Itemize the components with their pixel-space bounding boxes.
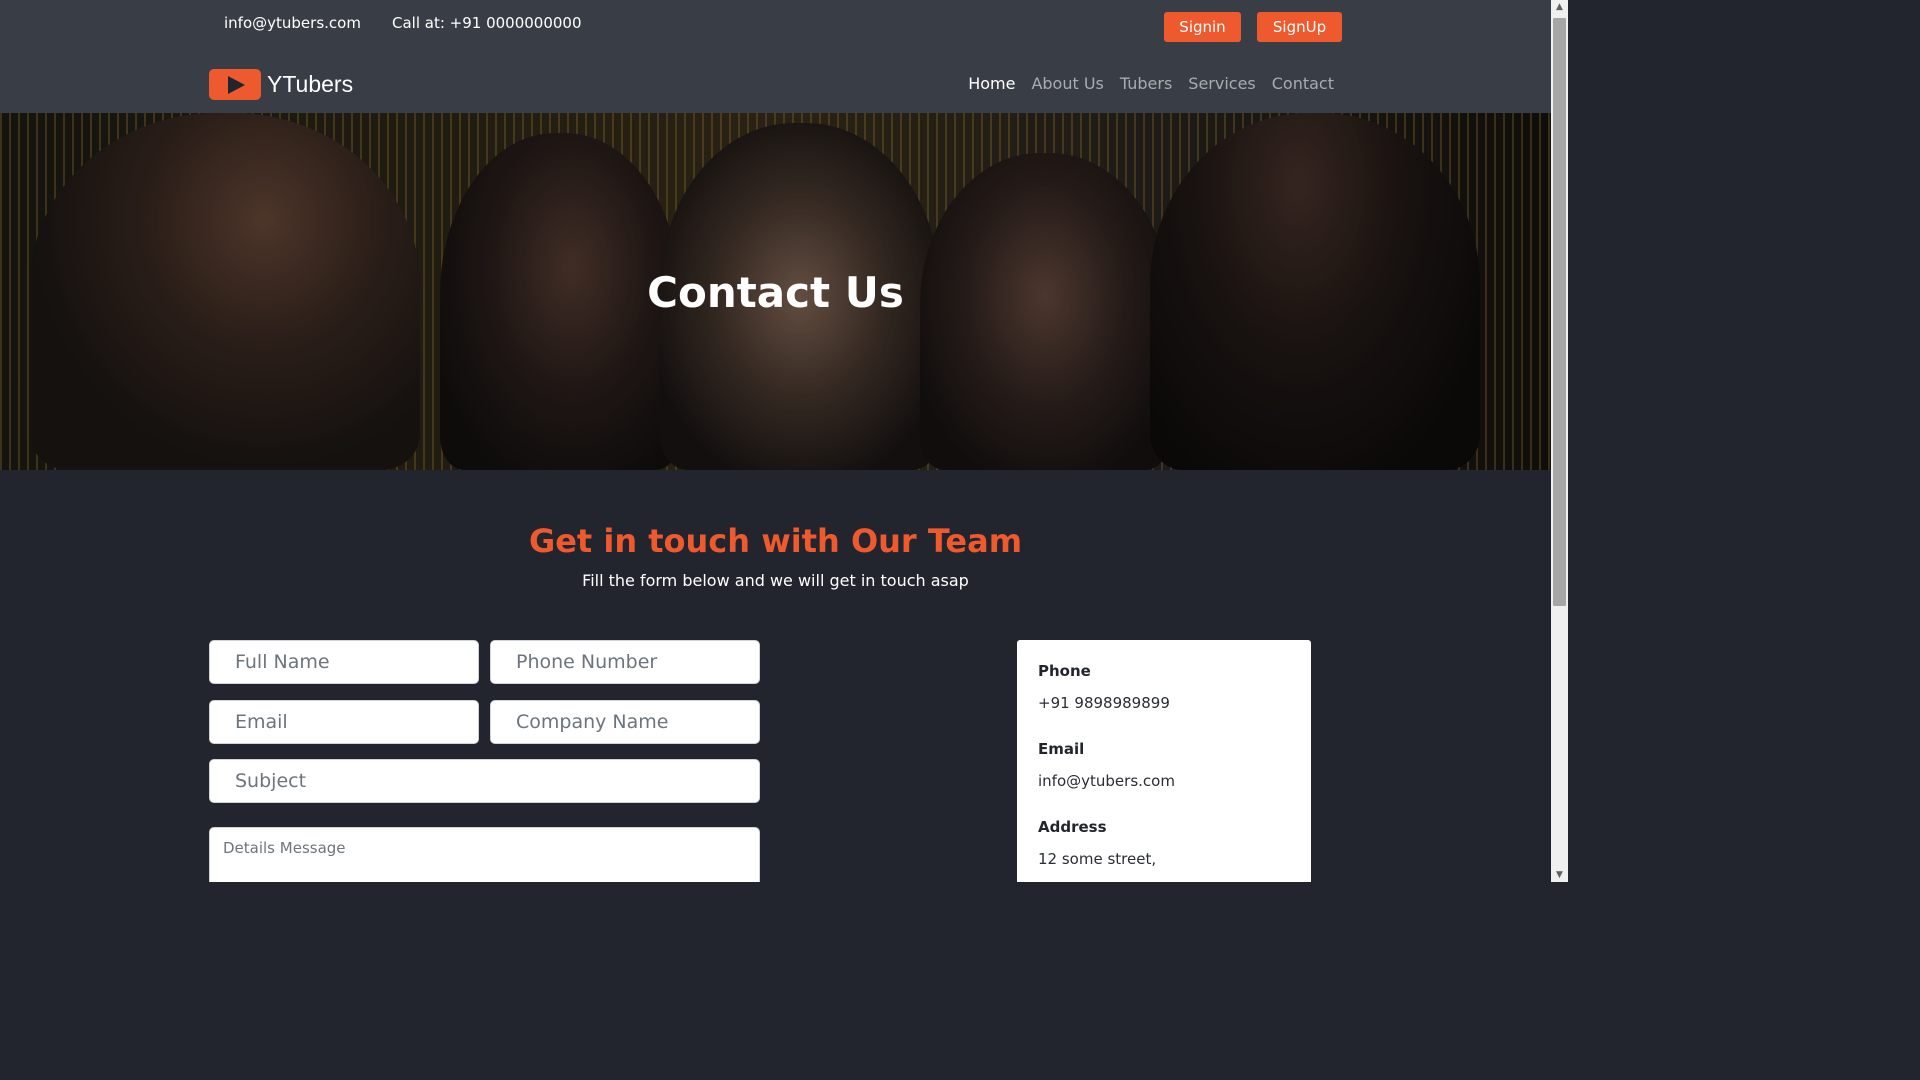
phone-label: Phone <box>1038 662 1091 680</box>
nav-links: Home About Us Tubers Services Contact <box>968 74 1334 93</box>
signin-button[interactable]: Signin <box>1164 12 1241 42</box>
brand-logo[interactable]: YTubers <box>209 69 353 100</box>
signup-button[interactable]: SignUp <box>1257 12 1342 42</box>
company-name-input[interactable]: Company Name <box>490 700 760 744</box>
brand-name: YTubers <box>267 71 354 97</box>
nav-item-about-us[interactable]: About Us <box>1031 74 1103 93</box>
full-name-input[interactable]: Full Name <box>209 640 479 684</box>
phone-number-input[interactable]: Phone Number <box>490 640 760 684</box>
topbar-email[interactable]: info@ytubers.com <box>224 14 361 32</box>
email-input[interactable]: Email <box>209 700 479 744</box>
main-navbar: YTubers Home About Us Tubers Services Co… <box>0 51 1551 113</box>
topbar-phone: Call at: +91 0000000000 <box>392 14 582 32</box>
hero-title: Contact Us <box>647 268 904 317</box>
scrollbar-thumb[interactable] <box>1553 18 1566 606</box>
nav-item-contact[interactable]: Contact <box>1272 74 1334 93</box>
hero-banner: Contact Us <box>0 113 1551 470</box>
play-icon <box>209 69 261 100</box>
page: info@ytubers.com Call at: +91 0000000000… <box>0 0 1551 882</box>
email-value: info@ytubers.com <box>1038 772 1175 790</box>
nav-item-services[interactable]: Services <box>1188 74 1255 93</box>
contact-info-card: Phone +91 9898989899 Email info@ytubers.… <box>1017 640 1311 882</box>
address-label: Address <box>1038 818 1107 836</box>
arrow-up-icon[interactable]: ▲ <box>1551 0 1568 14</box>
page-scrollbar[interactable]: ▲ ▼ <box>1551 0 1568 882</box>
subject-input[interactable]: Subject <box>209 759 760 803</box>
email-label: Email <box>1038 740 1085 758</box>
top-bar: info@ytubers.com Call at: +91 0000000000… <box>0 0 1551 51</box>
section-subtitle: Fill the form below and we will get in t… <box>582 571 969 590</box>
details-message-textarea[interactable]: Details Message <box>209 827 760 882</box>
section-title: Get in touch with Our Team <box>528 522 1023 560</box>
nav-item-tubers[interactable]: Tubers <box>1120 74 1172 93</box>
arrow-down-icon[interactable]: ▼ <box>1551 868 1568 882</box>
nav-item-home[interactable]: Home <box>968 74 1015 93</box>
phone-value: +91 9898989899 <box>1038 694 1170 712</box>
address-value: 12 some street, <box>1038 850 1157 868</box>
